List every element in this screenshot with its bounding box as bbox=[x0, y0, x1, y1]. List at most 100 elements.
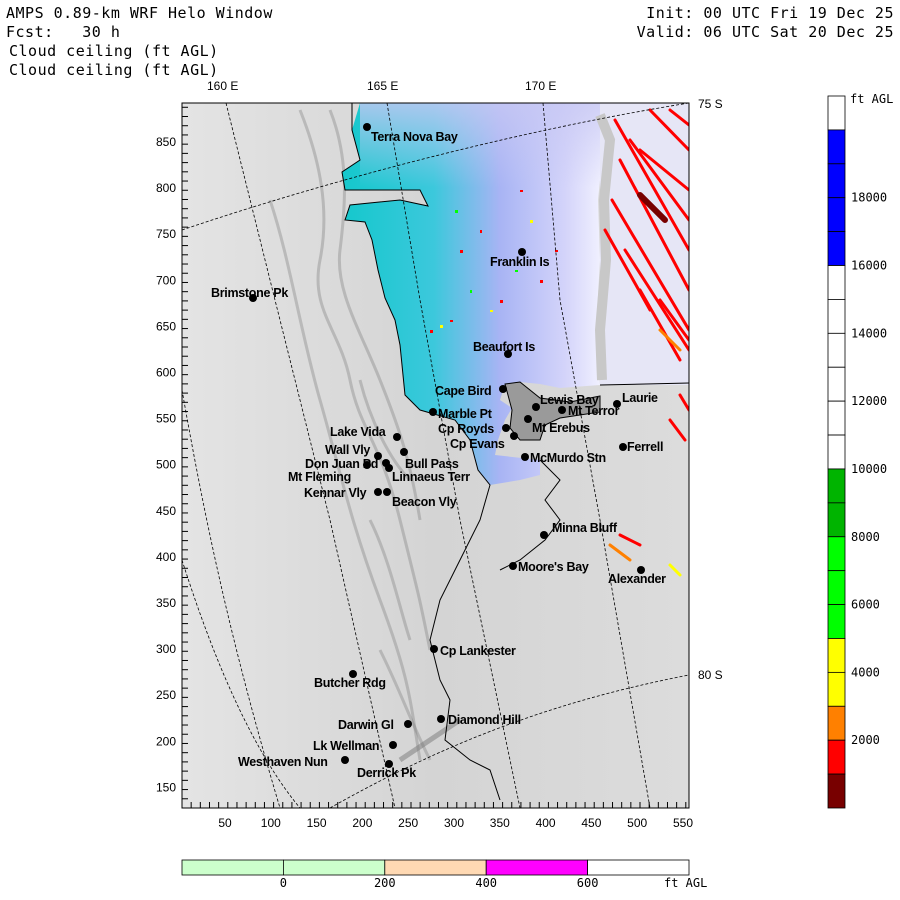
colorbar-label: 2000 bbox=[851, 733, 880, 747]
station-marker-icon bbox=[509, 562, 517, 570]
station-label: Ferrell bbox=[627, 440, 663, 454]
station-marker-icon bbox=[389, 741, 397, 749]
colorbar-label: 8000 bbox=[851, 530, 880, 544]
colorbar-swatch bbox=[827, 265, 846, 300]
colorbar-swatch bbox=[827, 773, 846, 809]
colorbar-swatch bbox=[181, 859, 284, 876]
station-label: Diamond Hill bbox=[448, 713, 521, 727]
x-tick-label: 100 bbox=[261, 816, 281, 830]
x-tick-label: 250 bbox=[398, 816, 418, 830]
map-area: Terra Nova Bay Brimstone Pk Franklin Is Bea… bbox=[182, 103, 689, 808]
terrain-colorbar: 0 200 400 600 bbox=[181, 859, 690, 890]
forecast-hour: Fcst: 30 h bbox=[6, 23, 121, 41]
colorbar-swatch bbox=[827, 604, 846, 639]
init-time: Init: 00 UTC Fri 19 Dec 25 bbox=[646, 4, 894, 22]
lat-label-80: 80 S bbox=[698, 668, 723, 682]
station-label: Laurie bbox=[622, 391, 658, 405]
lon-label-160: 160 E bbox=[207, 79, 238, 93]
station: Marble Pt bbox=[429, 407, 493, 421]
station: Diamond Hill bbox=[437, 713, 521, 727]
colorbar-label: 0 bbox=[280, 876, 287, 890]
x-tick-label: 550 bbox=[673, 816, 693, 830]
y-tick-label: 750 bbox=[156, 227, 176, 241]
station-label: Lk Wellman bbox=[313, 739, 379, 753]
colorbar-swatch bbox=[827, 536, 846, 572]
station-marker-icon bbox=[510, 432, 518, 440]
y-tick-label: 350 bbox=[156, 596, 176, 610]
station-marker-icon bbox=[430, 645, 438, 653]
station-label: Bull Pass bbox=[405, 457, 459, 471]
colorbar-label: 14000 bbox=[851, 326, 887, 340]
station-label: Minna Bluff bbox=[552, 521, 618, 535]
colorbar-swatch bbox=[827, 197, 846, 233]
terrain-colorbar-unit: ft AGL bbox=[664, 876, 707, 890]
station: Don Juan Pd bbox=[305, 457, 378, 471]
colorbar-label: 600 bbox=[577, 876, 599, 890]
y-tick-label: 150 bbox=[156, 780, 176, 794]
y-tick-label: 850 bbox=[156, 135, 176, 149]
station-label: Don Juan Pd bbox=[305, 457, 378, 471]
station-label: Marble Pt bbox=[438, 407, 493, 421]
station-label: Derrick Pk bbox=[357, 766, 416, 780]
station-marker-icon bbox=[521, 453, 529, 461]
x-tick-label: 400 bbox=[536, 816, 556, 830]
product-title: AMPS 0.89-km WRF Helo Window bbox=[6, 4, 273, 22]
station-label: Moore's Bay bbox=[518, 560, 589, 574]
station-label: Lake Vida bbox=[330, 425, 387, 439]
station-label: Linnaeus Terr bbox=[392, 470, 470, 484]
colorbar-swatch bbox=[827, 163, 846, 199]
station-label: Beaufort Is bbox=[473, 340, 535, 354]
y-tick-label: 550 bbox=[156, 412, 176, 426]
y-tick-label: 250 bbox=[156, 688, 176, 702]
lon-label-170: 170 E bbox=[525, 79, 556, 93]
colorbar-swatch bbox=[827, 299, 846, 334]
station-marker-icon bbox=[400, 448, 408, 456]
colorbar-label: 18000 bbox=[851, 191, 887, 205]
ceiling-colorbar-unit: ft AGL bbox=[850, 92, 893, 106]
colorbar-label: 400 bbox=[475, 876, 497, 890]
station: Moore's Bay bbox=[509, 560, 589, 574]
colorbar-swatch bbox=[827, 638, 846, 673]
station: Brimstone Pk bbox=[211, 286, 289, 302]
station-label: Kennar Vly bbox=[304, 486, 367, 500]
x-tick-label: 200 bbox=[352, 816, 372, 830]
station-marker-icon bbox=[524, 415, 532, 423]
station-label: Cape Bird bbox=[435, 384, 491, 398]
y-tick-label: 700 bbox=[156, 273, 176, 287]
colorbar-swatch bbox=[827, 129, 846, 165]
station-label: Brimstone Pk bbox=[211, 286, 288, 300]
colorbar-swatch bbox=[827, 570, 846, 605]
x-tick-label: 500 bbox=[627, 816, 647, 830]
lat-label-75: 75 S bbox=[698, 97, 723, 111]
y-tick-label: 600 bbox=[156, 366, 176, 380]
station-label: Cp Evans bbox=[450, 437, 505, 451]
colorbar-swatch bbox=[827, 231, 846, 266]
station-label: Butcher Rdg bbox=[314, 676, 386, 690]
station: Mt Terror bbox=[558, 404, 620, 418]
map-figure: Terra Nova Bay Brimstone Pk Franklin Is Bea… bbox=[156, 79, 893, 890]
colorbar-swatch bbox=[827, 366, 846, 402]
colorbar-label: 12000 bbox=[851, 394, 887, 408]
colorbar-label: 10000 bbox=[851, 462, 887, 476]
station-label: Darwin Gl bbox=[338, 718, 394, 732]
station-label: Terra Nova Bay bbox=[371, 130, 458, 144]
colorbar-swatch bbox=[827, 332, 846, 368]
colorbar-swatch bbox=[384, 859, 487, 876]
colorbar-swatch bbox=[827, 434, 846, 470]
station-marker-icon bbox=[429, 408, 437, 416]
station-marker-icon bbox=[404, 720, 412, 728]
colorbar-swatch bbox=[827, 705, 846, 741]
colorbar-swatch bbox=[587, 859, 690, 876]
station: McMurdo Stn bbox=[521, 451, 606, 465]
station-marker-icon bbox=[383, 488, 391, 496]
station-marker-icon bbox=[558, 406, 566, 414]
x-tick-label: 300 bbox=[444, 816, 464, 830]
colorbar-swatch bbox=[827, 739, 846, 775]
station-label: Mt Fleming bbox=[288, 470, 351, 484]
x-tick-label: 50 bbox=[218, 816, 232, 830]
y-tick-label: 500 bbox=[156, 458, 176, 472]
station-marker-icon bbox=[540, 531, 548, 539]
station-label: Alexander bbox=[608, 572, 666, 586]
colorbar-label: 6000 bbox=[851, 598, 880, 612]
y-tick-label: 200 bbox=[156, 734, 176, 748]
